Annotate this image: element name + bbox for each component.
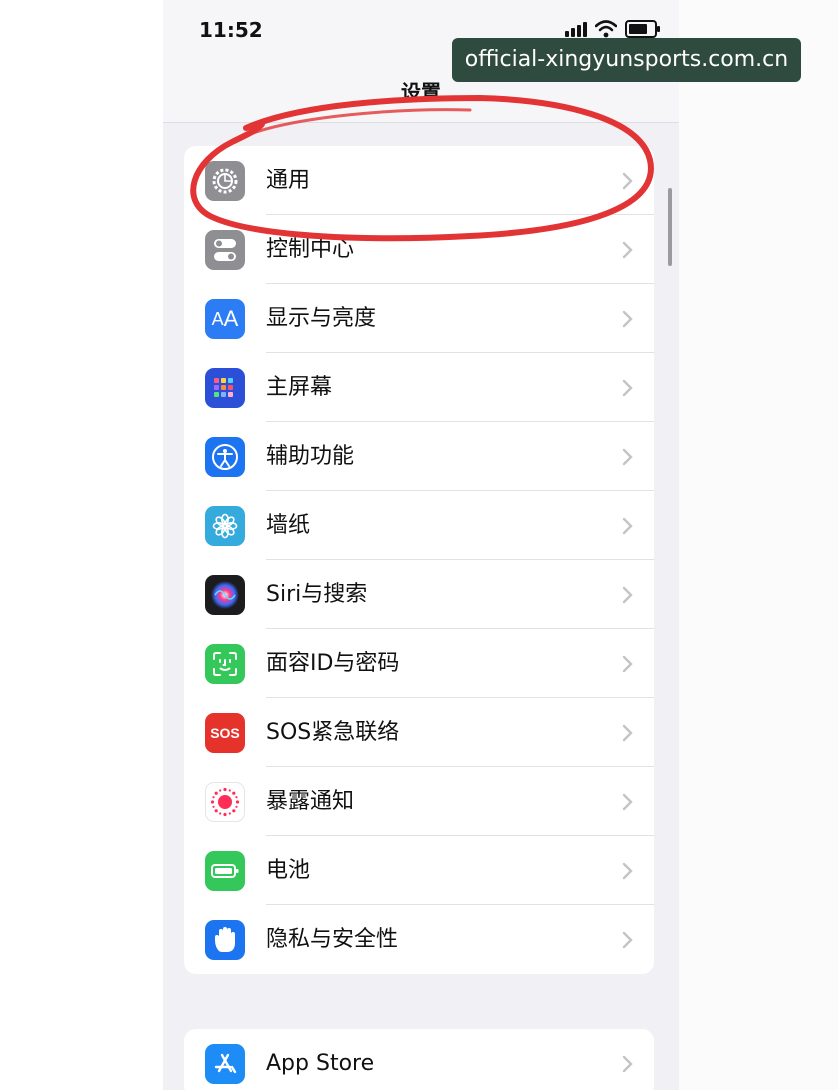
- settings-row-label: 暴露通知: [266, 789, 355, 814]
- app-grid-icon: [205, 368, 245, 408]
- settings-row-siri-search[interactable]: Siri与搜索: [184, 560, 654, 629]
- sos-icon: SOS: [205, 713, 245, 753]
- settings-row-label: 面容ID与密码: [266, 651, 400, 676]
- settings-screen: 11:52 设置 通用 控制中心 A A 显示与亮度 主屏幕 辅助功能 墙纸 S…: [163, 0, 679, 1090]
- text-size-icon: AA: [205, 299, 245, 339]
- settings-row-label: SOS紧急联络: [266, 720, 400, 745]
- settings-row-control-center[interactable]: 控制中心: [184, 215, 654, 284]
- toggles-icon: [205, 230, 245, 270]
- chevron-right-icon: [622, 1055, 633, 1073]
- chevron-right-icon: [622, 517, 633, 535]
- settings-row-label: 墙纸: [266, 513, 311, 538]
- settings-row-label: Siri与搜索: [266, 582, 368, 607]
- chevron-right-icon: [622, 862, 633, 880]
- chevron-right-icon: [622, 586, 633, 604]
- settings-row-wallpaper[interactable]: 墙纸: [184, 491, 654, 560]
- settings-row-display-brightness[interactable]: AA 显示与亮度: [184, 284, 654, 353]
- scrollbar[interactable]: [668, 188, 672, 266]
- chevron-right-icon: [622, 172, 633, 190]
- battery-status-icon: [625, 20, 660, 38]
- settings-row-label: 隐私与安全性: [266, 927, 399, 952]
- app-store-icon: [205, 1044, 245, 1084]
- left-background: [0, 0, 163, 1090]
- battery-icon: [205, 851, 245, 891]
- settings-row-emergency-sos[interactable]: SOS SOS紧急联络: [184, 698, 654, 767]
- chevron-right-icon: [622, 448, 633, 466]
- settings-row-privacy-security[interactable]: 隐私与安全性: [184, 905, 654, 974]
- chevron-right-icon: [622, 655, 633, 673]
- hand-icon: [205, 920, 245, 960]
- chevron-right-icon: [622, 241, 633, 259]
- chevron-right-icon: [622, 379, 633, 397]
- settings-row-general[interactable]: 通用: [184, 146, 654, 215]
- settings-row-label: App Store: [266, 1051, 375, 1076]
- status-icons: [565, 20, 660, 38]
- exposure-notification-icon: [205, 782, 245, 822]
- flower-icon: [205, 506, 245, 546]
- watermark-banner: official-xingyunsports.com.cn: [452, 38, 801, 82]
- gear-icon: [205, 161, 245, 201]
- face-id-icon: [205, 644, 245, 684]
- settings-row-app-store[interactable]: App Store: [184, 1029, 654, 1090]
- settings-row-battery[interactable]: 电池: [184, 836, 654, 905]
- right-background: [679, 0, 838, 1090]
- settings-row-label: 电池: [266, 858, 311, 883]
- chevron-right-icon: [622, 724, 633, 742]
- settings-row-label: 控制中心: [266, 237, 355, 262]
- settings-group-store: App Store: [184, 1029, 654, 1090]
- settings-row-exposure-notifications[interactable]: 暴露通知: [184, 767, 654, 836]
- settings-row-label: 通用: [266, 168, 311, 193]
- settings-row-label: 辅助功能: [266, 444, 355, 469]
- siri-icon: [205, 575, 245, 615]
- chevron-right-icon: [622, 931, 633, 949]
- status-time: 11:52: [199, 18, 263, 42]
- chevron-right-icon: [622, 310, 633, 328]
- sos-icon-text: SOS: [210, 725, 240, 741]
- cellular-signal-icon: [565, 21, 587, 37]
- settings-row-home-screen[interactable]: 主屏幕: [184, 353, 654, 422]
- chevron-right-icon: [622, 793, 633, 811]
- settings-row-face-id-passcode[interactable]: 面容ID与密码: [184, 629, 654, 698]
- wifi-icon: [595, 20, 617, 38]
- settings-row-label: 主屏幕: [266, 375, 333, 400]
- settings-row-label: 显示与亮度: [266, 306, 377, 331]
- settings-group-main: 通用 控制中心 AA 显示与亮度 主屏幕 辅助功能 墙纸 Siri与搜索 面容I…: [184, 146, 654, 974]
- accessibility-icon: [205, 437, 245, 477]
- settings-row-accessibility[interactable]: 辅助功能: [184, 422, 654, 491]
